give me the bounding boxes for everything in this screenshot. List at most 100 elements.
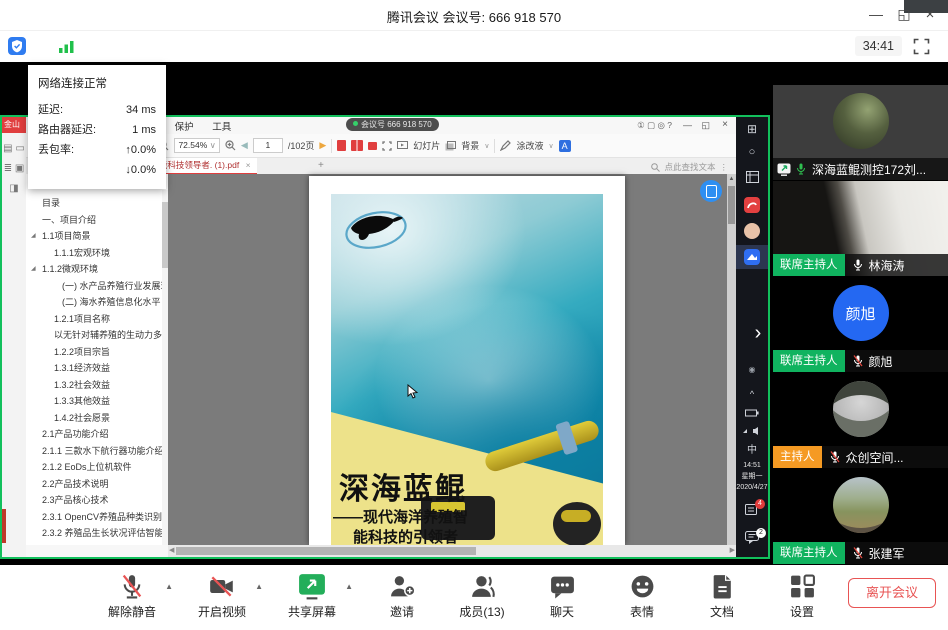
unmute-button[interactable]: 解除静音 ▲ [104,573,160,620]
bookmark-item[interactable]: 1.2.1项目名称 [26,311,168,328]
zoom-level-select[interactable]: 72.54% ∨ [174,138,219,153]
tab-close-icon[interactable]: × [246,160,251,170]
bookmark-item[interactable]: 2.2产品技术说明 [26,476,168,493]
tray-clock-time[interactable]: 14:51 [736,461,768,471]
share-options-caret[interactable]: ▲ [345,582,353,591]
font-tool-icon[interactable]: A [559,140,571,152]
single-page-mode-icon[interactable] [337,140,346,151]
find-options-icon[interactable]: ⋮ [720,162,729,173]
emoji-button[interactable]: 表情 [614,573,670,620]
taskbar-red-app-icon[interactable] [744,197,760,213]
bookmark-item[interactable]: 2.3产品核心技术 [26,492,168,509]
bookmark-item[interactable]: 1.4.2社会愿景 [26,410,168,427]
menu-tools[interactable]: 工具 [212,119,231,133]
pdf-minimize-button[interactable]: — [683,120,692,130]
tray-clock-date[interactable]: 2020/4/27 [736,483,768,493]
bookmark-item[interactable]: 1.1项目简景 [26,228,168,245]
start-video-button[interactable]: 开启视频 ▲ [194,573,250,620]
notification-center-icon[interactable]: 4 [736,503,768,516]
task-view-icon[interactable] [736,171,768,183]
background-icon[interactable] [445,141,456,151]
close-button[interactable]: × [920,6,940,23]
taskbar-meeting-app-icon[interactable] [744,249,760,265]
bookmark-item[interactable]: 2.1.1 三款水下航行器功能介绍 [26,443,168,460]
double-page-mode-icon[interactable] [351,140,363,151]
invite-button[interactable]: 邀请 [374,573,430,620]
participant-name: 林海涛 [869,257,905,274]
members-icon [469,573,496,600]
bookmark-item[interactable]: (一) 水产品养殖行业发展现状 [26,278,168,295]
participant-tile[interactable]: 联席主持人 张建军 [773,469,948,564]
mobile-view-float-button[interactable] [700,180,722,202]
bookmark-item[interactable]: 以无针对辅养殖的生动力多番散生... [26,327,168,344]
bookmark-item[interactable]: 1.1.2微观环境 [26,261,168,278]
participant-tile[interactable]: 联席主持人 林海涛 [773,181,948,276]
pdf-menu-extra-icons[interactable]: ① ▢ ◎ ? [637,120,672,131]
continuous-mode-icon[interactable] [368,142,377,150]
tray-chat-icon[interactable]: 2 [736,531,768,544]
pen-label[interactable]: 涂改液 [516,139,543,152]
participant-tile[interactable]: 颜旭 联席主持人 颜旭 [773,277,948,372]
bookmark-item[interactable]: 1.3.2社会效益 [26,377,168,394]
pen-dropdown-caret[interactable]: ∨ [548,142,553,150]
next-page-icon[interactable]: ▶ [319,140,326,151]
bookmark-item[interactable]: 2.1产品功能介绍 [26,426,168,443]
taskbar-avatar-app-icon[interactable] [744,223,760,239]
input-method-indicator[interactable]: 中 [736,441,768,456]
bookmark-item[interactable]: 2.3.1 OpenCV养殖品种类识别取样... [26,509,168,526]
members-button[interactable]: 成员(13) [454,573,510,620]
bookmark-item[interactable]: 2.1.2 EoDs上位机软件 [26,459,168,476]
bookmark-item[interactable]: 1.1.1宏观环境 [26,245,168,262]
menu-protect[interactable]: 保护 [175,119,194,133]
fit-window-icon[interactable] [382,141,392,151]
find-text-field[interactable]: 点此查找文本 ⋮ [651,161,728,173]
bookmark-item[interactable]: 目录 [26,195,168,212]
sidebar-collapse-chevron[interactable]: › [748,318,768,350]
participant-tile[interactable]: 主持人 众创空间... [773,373,948,468]
avatar [833,477,889,533]
tray-clock-weekday[interactable]: 星期一 [736,472,768,482]
background-dropdown-caret[interactable]: ∨ [484,142,489,150]
windows-start-icon[interactable]: ⊞ [736,122,768,136]
background-window-edge: 金山 ▤ ▭ ≣ ▣ ◨ [2,117,27,557]
mic-options-caret[interactable]: ▲ [165,582,173,591]
pdf-restore-button[interactable]: ◱ [701,120,710,131]
slideshow-label[interactable]: 幻灯片 [413,139,440,152]
pen-icon[interactable] [500,140,511,151]
document-hscrollbar[interactable]: ◀ ▶ [168,545,736,557]
mic-muted-icon [829,450,841,464]
tray-expand-chevron[interactable]: ^ [736,389,768,399]
video-options-caret[interactable]: ▲ [255,582,263,591]
background-label[interactable]: 背景 [461,139,479,152]
latency-label: 延迟: [38,100,63,120]
bookmark-item[interactable]: 2.3.2 养殖品生长状况评估智能管控... [26,525,168,542]
slideshow-icon[interactable] [397,141,408,151]
network-signal-icon[interactable] [58,39,76,53]
share-screen-button[interactable]: 共享屏幕 ▲ [284,573,340,620]
chat-button[interactable]: 聊天 [534,573,590,620]
settings-button[interactable]: 设置 [774,573,830,620]
bookmark-item[interactable]: 1.3.1经济效益 [26,360,168,377]
tray-network-volume-icons[interactable] [736,425,768,435]
new-tab-button[interactable]: + [318,160,324,171]
packet-loss-down: ↓0.0% [125,160,156,180]
cortana-search-icon[interactable]: ○ [736,146,768,158]
page-number-input[interactable] [253,138,283,153]
zoom-in-icon[interactable] [225,140,236,151]
fullscreen-icon[interactable] [913,38,930,55]
participant-tile[interactable]: 深海蓝鲲测控172刘... [773,85,948,180]
security-shield-icon[interactable] [8,37,26,55]
tray-battery-icon[interactable] [736,409,768,417]
document-vscrollbar[interactable]: ▲ [727,174,736,545]
docs-button[interactable]: 文档 [694,573,750,620]
tray-people-icon[interactable]: ◉ [736,365,768,374]
pdf-close-button[interactable]: × [722,119,728,130]
bookmark-item[interactable]: 1.3.3其他效益 [26,393,168,410]
prev-page-icon[interactable]: ◀ [241,140,248,151]
maximize-button[interactable]: ◱ [894,6,914,23]
bookmark-item[interactable]: (二) 海水养殖信息化水平 [26,294,168,311]
minimize-button[interactable]: — [866,6,886,22]
leave-meeting-button[interactable]: 离开会议 [848,578,936,608]
bookmark-item[interactable]: 一、项目介绍 [26,212,168,229]
bookmark-item[interactable]: 1.2.2项目宗旨 [26,344,168,361]
